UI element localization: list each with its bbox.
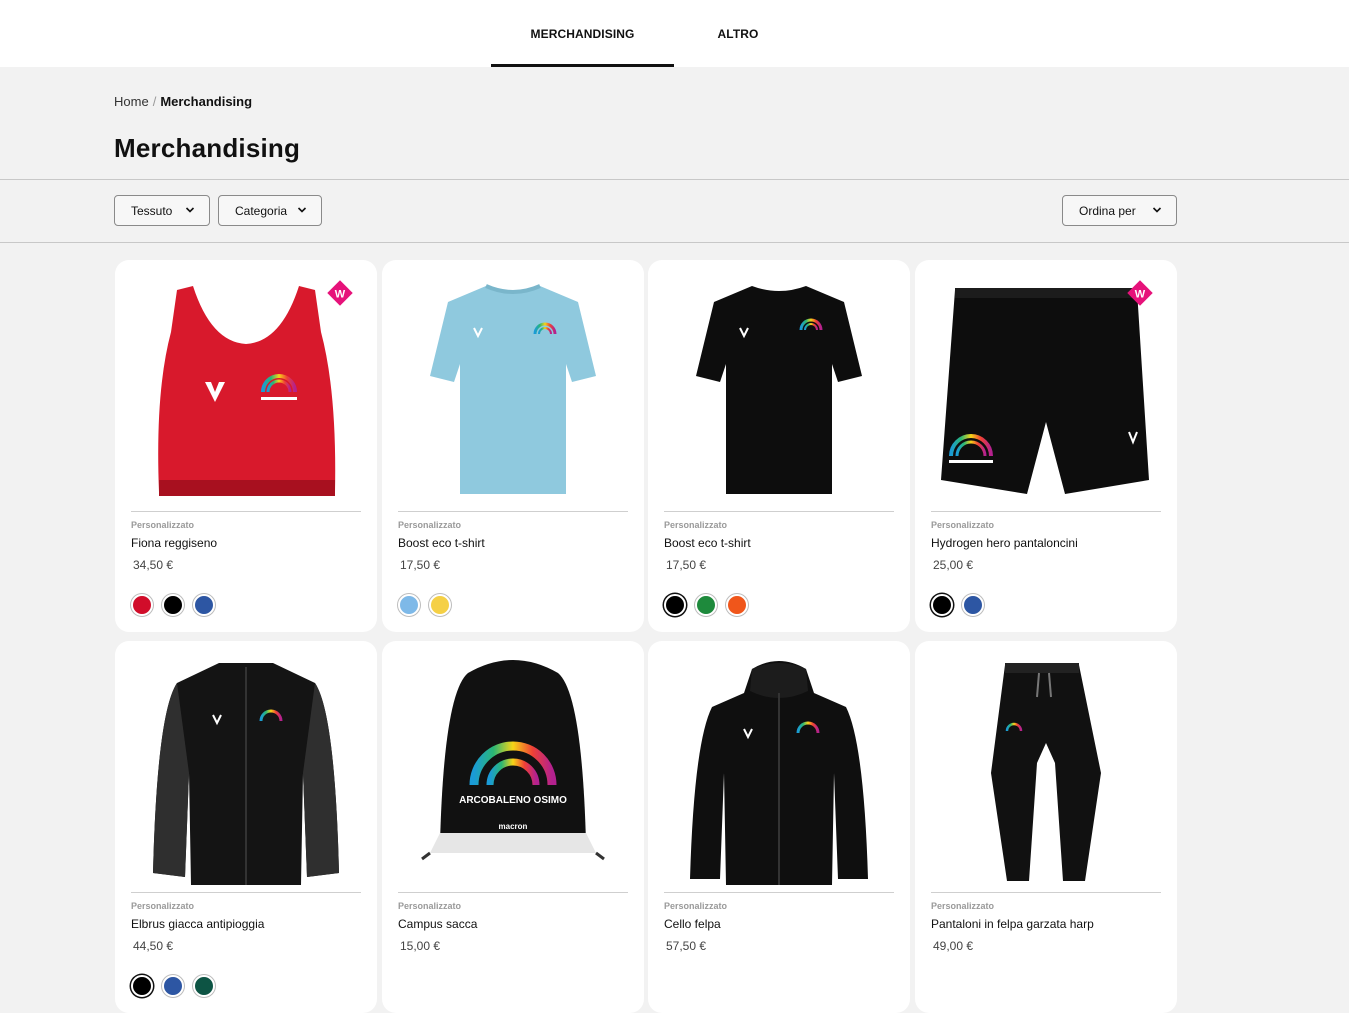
product-kind: Personalizzato — [664, 520, 728, 530]
color-swatches — [931, 594, 984, 616]
product-name[interactable]: Campus sacca — [398, 917, 477, 931]
product-kind: Personalizzato — [131, 520, 195, 530]
breadcrumb-separator: / — [152, 94, 157, 109]
sack-brand-text: macron — [499, 822, 528, 831]
color-swatch[interactable] — [131, 975, 153, 997]
color-swatch[interactable] — [726, 594, 748, 616]
color-swatch[interactable] — [193, 975, 215, 997]
product-card[interactable]: Personalizzato Boost eco t-shirt 17,50 € — [648, 260, 910, 632]
color-swatch[interactable] — [931, 594, 953, 616]
w-badge-icon: W — [327, 280, 353, 306]
product-price: 57,50 € — [666, 939, 707, 953]
product-card[interactable]: W Personalizzato Hydrogen hero pantalonc… — [915, 260, 1177, 632]
product-kind: Personalizzato — [931, 520, 995, 530]
product-name[interactable]: Cello felpa — [664, 917, 721, 931]
color-swatch[interactable] — [193, 594, 215, 616]
sort-button[interactable]: Ordina per — [1062, 195, 1177, 226]
chevron-down-icon — [185, 207, 195, 213]
color-swatch[interactable] — [695, 594, 717, 616]
product-kind: Personalizzato — [398, 520, 462, 530]
product-name[interactable]: Fiona reggiseno — [131, 536, 217, 550]
card-divider — [931, 511, 1161, 512]
w-badge-icon: W — [1127, 280, 1153, 306]
product-name[interactable]: Boost eco t-shirt — [398, 536, 485, 550]
breadcrumb-current: Merchandising — [160, 94, 253, 109]
product-kind: Personalizzato — [131, 901, 195, 911]
product-card[interactable]: Personalizzato Boost eco t-shirt 17,50 € — [382, 260, 644, 632]
product-kind: Personalizzato — [664, 901, 728, 911]
black-gym-sack-image: ARCOBALENO OSIMO macron — [421, 660, 605, 861]
product-card[interactable]: Personalizzato Cello felpa 57,50 € — [648, 641, 910, 1013]
badge-letter: W — [1135, 289, 1146, 301]
sack-print-text: ARCOBALENO OSIMO — [459, 795, 567, 806]
badge-letter: W — [335, 289, 346, 301]
card-divider — [664, 892, 894, 893]
product-price: 17,50 € — [400, 558, 441, 572]
color-swatches — [131, 975, 215, 997]
breadcrumb: Home / Merchandising — [114, 94, 252, 109]
top-navigation: MERCHANDISING ALTRO — [0, 0, 1349, 67]
divider — [0, 179, 1349, 180]
divider — [0, 242, 1349, 243]
product-card[interactable]: W Personalizzato Fiona reggiseno 34,50 € — [115, 260, 377, 632]
color-swatch[interactable] — [162, 975, 184, 997]
product-name[interactable]: Hydrogen hero pantaloncini — [931, 536, 1078, 550]
color-swatches — [664, 594, 748, 616]
chevron-down-icon — [297, 207, 307, 213]
product-kind: Personalizzato — [931, 901, 995, 911]
red-sports-bra-image — [158, 286, 336, 496]
black-rain-jacket-image — [153, 663, 339, 885]
color-swatches — [398, 594, 451, 616]
sort-label: Ordina per — [1079, 203, 1136, 218]
filter-categoria-label: Categoria — [235, 203, 288, 218]
product-card[interactable]: ARCOBALENO OSIMO macron Personalizzato C… — [382, 641, 644, 1013]
filter-tessuto-button[interactable]: Tessuto — [114, 195, 210, 226]
tab-merchandising[interactable]: MERCHANDISING — [491, 0, 674, 67]
filter-categoria-button[interactable]: Categoria — [218, 195, 322, 226]
product-price: 44,50 € — [133, 939, 174, 953]
filter-tessuto-label: Tessuto — [131, 203, 173, 218]
page-title: Merchandising — [114, 133, 301, 163]
black-shorts-image — [941, 288, 1149, 494]
product-kind: Personalizzato — [398, 901, 462, 911]
color-swatch[interactable] — [398, 594, 420, 616]
chevron-down-icon — [1152, 207, 1162, 213]
product-name[interactable]: Boost eco t-shirt — [664, 536, 751, 550]
color-swatch[interactable] — [664, 594, 686, 616]
product-card[interactable]: Personalizzato Elbrus giacca antipioggia… — [115, 641, 377, 1013]
card-divider — [931, 892, 1161, 893]
product-price: 25,00 € — [933, 558, 974, 572]
color-swatch[interactable] — [429, 594, 451, 616]
black-sweatpants-image — [991, 663, 1101, 881]
product-price: 34,50 € — [133, 558, 174, 572]
black-tshirt-image — [696, 286, 862, 494]
card-divider — [398, 511, 628, 512]
card-divider — [131, 511, 361, 512]
product-price: 17,50 € — [666, 558, 707, 572]
product-card[interactable]: Personalizzato Pantaloni in felpa garzat… — [915, 641, 1177, 1013]
product-price: 15,00 € — [400, 939, 441, 953]
card-divider — [664, 511, 894, 512]
product-price: 49,00 € — [933, 939, 974, 953]
black-hoodie-image — [690, 661, 868, 885]
card-divider — [398, 892, 628, 893]
tab-altro[interactable]: ALTRO — [700, 0, 776, 67]
color-swatch[interactable] — [162, 594, 184, 616]
product-name[interactable]: Pantaloni in felpa garzata harp — [931, 917, 1094, 931]
color-swatch[interactable] — [131, 594, 153, 616]
color-swatch[interactable] — [962, 594, 984, 616]
breadcrumb-home-link[interactable]: Home — [114, 94, 149, 109]
light-blue-tshirt-image — [430, 284, 596, 494]
product-name[interactable]: Elbrus giacca antipioggia — [131, 917, 264, 931]
card-divider — [131, 892, 361, 893]
color-swatches — [131, 594, 215, 616]
